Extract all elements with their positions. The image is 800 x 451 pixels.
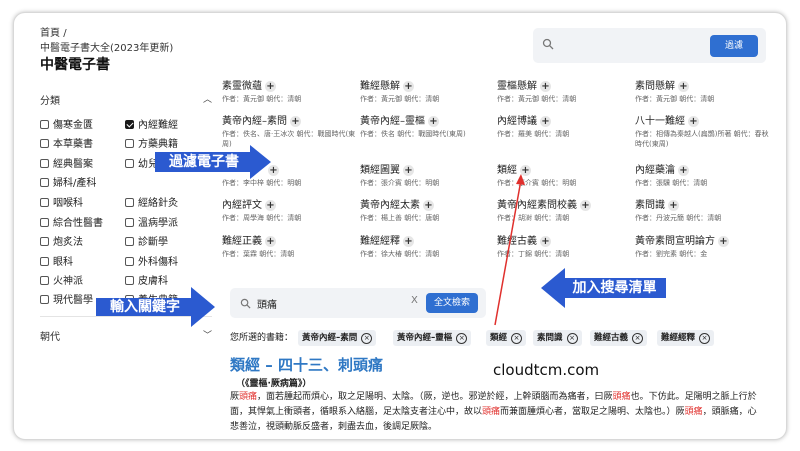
annotation-add-to-list: 加入搜尋清單: [563, 278, 666, 298]
annotation-arrows: [96, 145, 666, 327]
annotation-line-head: [516, 174, 525, 185]
annotation-filter-books: 過濾電子書: [155, 152, 253, 172]
app-window: 首頁 / 中醫電子書大全(2023年更新) 中醫電子書 過濾 分類 ︿ 傷寒金匱…: [13, 12, 787, 440]
annotation-enter-keyword: 輸入關鍵字: [96, 298, 194, 316]
annotation-line: [494, 179, 522, 326]
